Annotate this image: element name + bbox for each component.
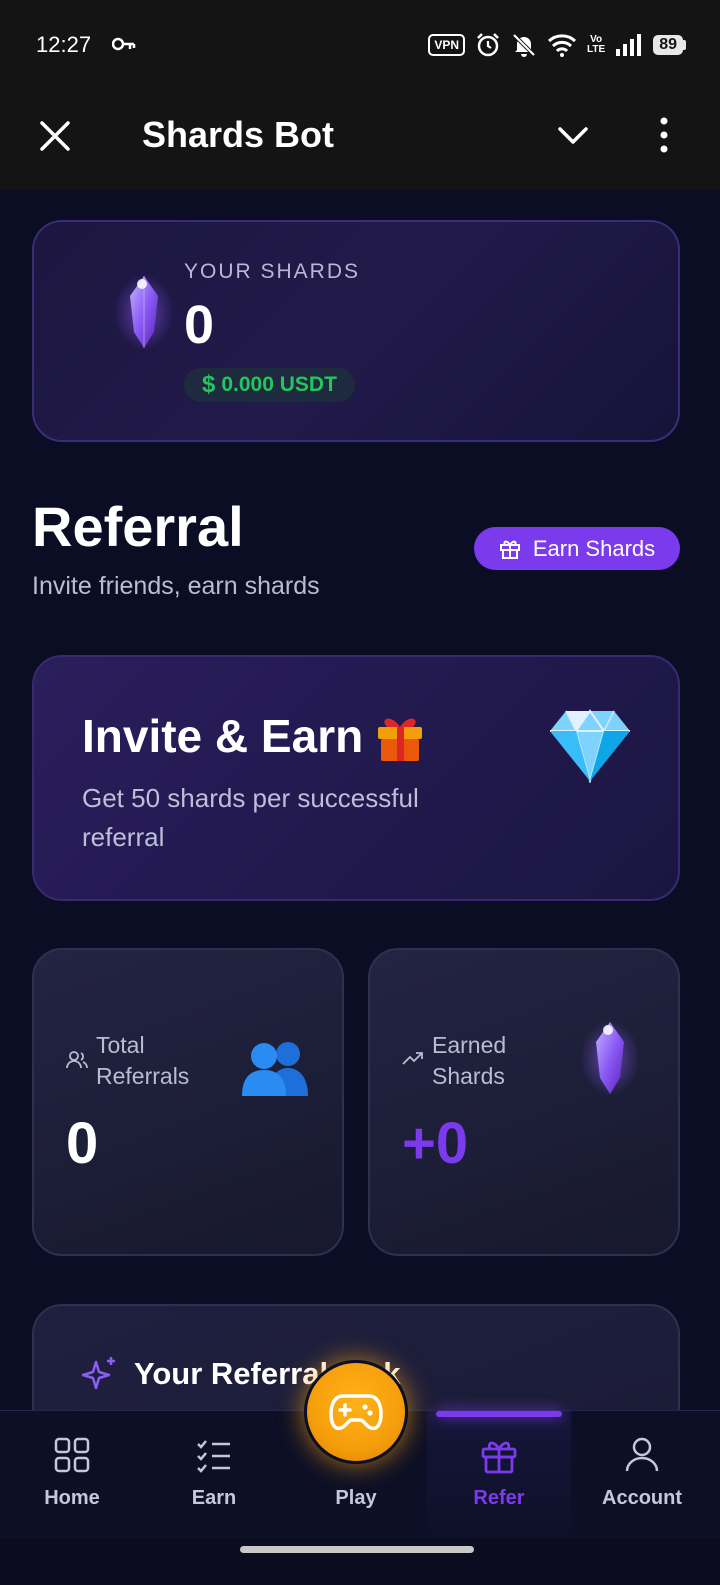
people-emoji-icon <box>242 1042 308 1096</box>
close-icon[interactable] <box>38 119 72 153</box>
earn-shards-button[interactable]: Earn Shards <box>474 527 680 570</box>
gift-emoji-icon <box>378 718 423 761</box>
usdt-value-pill: $ 0.000 USDT <box>184 368 355 402</box>
total-referrals-value: 0 <box>66 1111 99 1176</box>
crystal-icon <box>114 274 174 350</box>
nav-home-label: Home <box>44 1487 100 1509</box>
nav-refer-label: Refer <box>473 1487 525 1509</box>
earn-shards-label: Earn Shards <box>532 535 656 561</box>
diamond-icon <box>550 709 630 783</box>
nav-active-indicator <box>436 1411 562 1417</box>
invite-earn-card: Invite & Earn Get 50 shards per successf… <box>32 655 680 901</box>
gamepad-icon <box>329 1394 383 1431</box>
app-titlebar: Shards Bot <box>0 92 720 190</box>
shards-label: YOUR SHARDS <box>184 260 361 283</box>
nav-earn-label: Earn <box>191 1487 237 1509</box>
key-icon <box>112 37 136 51</box>
more-vertical-icon[interactable] <box>656 116 672 154</box>
signal-icon <box>616 34 642 56</box>
users-icon <box>66 1051 88 1069</box>
app-title: Shards Bot <box>142 114 335 155</box>
volte-label: Vo LTE <box>587 34 606 55</box>
earned-shards-value: +0 <box>402 1111 469 1176</box>
shards-value: 0 <box>184 295 215 355</box>
checklist-icon <box>197 1440 230 1473</box>
total-referrals-card: Total Referrals 0 <box>32 948 344 1256</box>
nav-account-label: Account <box>602 1487 682 1509</box>
status-icons: VPN Vo LTE 89 <box>428 32 686 58</box>
battery-indicator: 89 <box>653 35 686 55</box>
trending-up-icon <box>402 1052 423 1065</box>
battery-level: 89 <box>653 35 683 55</box>
shards-balance-card: YOUR SHARDS 0 $ 0.000 USDT <box>32 220 680 442</box>
nav-account[interactable]: Account <box>570 1411 714 1539</box>
sparkle-icon <box>81 1357 115 1390</box>
earned-shards-card: Earned Shards +0 <box>368 948 680 1256</box>
status-bar: 12:27 VPN Vo LTE 89 <box>0 0 720 92</box>
status-time: 12:27 <box>36 32 92 57</box>
crystal-icon <box>580 1020 640 1096</box>
mute-icon <box>512 33 536 57</box>
user-icon <box>625 1437 659 1472</box>
page-title: Referral <box>32 495 244 558</box>
nav-home[interactable]: Home <box>0 1411 144 1539</box>
play-button[interactable] <box>304 1360 408 1464</box>
gift-icon <box>481 1441 517 1474</box>
nav-play-label: Play <box>335 1487 377 1509</box>
page-subtitle: Invite friends, earn shards <box>32 572 320 600</box>
vpn-badge: VPN <box>428 34 466 56</box>
invite-description: Get 50 shards per successful referral <box>82 783 419 852</box>
usdt-value: 0.000 USDT <box>221 373 337 396</box>
chevron-down-icon[interactable] <box>558 120 588 150</box>
alarm-icon <box>477 33 499 57</box>
invite-title-text: Invite & Earn <box>82 710 364 762</box>
grid-icon <box>54 1437 90 1473</box>
total-referrals-label: Total Referrals <box>96 1032 190 1089</box>
earned-shards-label: Earned Shards <box>432 1032 507 1089</box>
nav-earn[interactable]: Earn <box>142 1411 286 1539</box>
nav-refer[interactable]: Refer <box>427 1411 571 1539</box>
gift-icon <box>499 540 520 559</box>
wifi-icon <box>548 34 577 57</box>
home-indicator[interactable] <box>240 1546 474 1553</box>
dollar-icon: $ <box>202 371 216 398</box>
invite-title: Invite & Earn <box>82 709 427 763</box>
